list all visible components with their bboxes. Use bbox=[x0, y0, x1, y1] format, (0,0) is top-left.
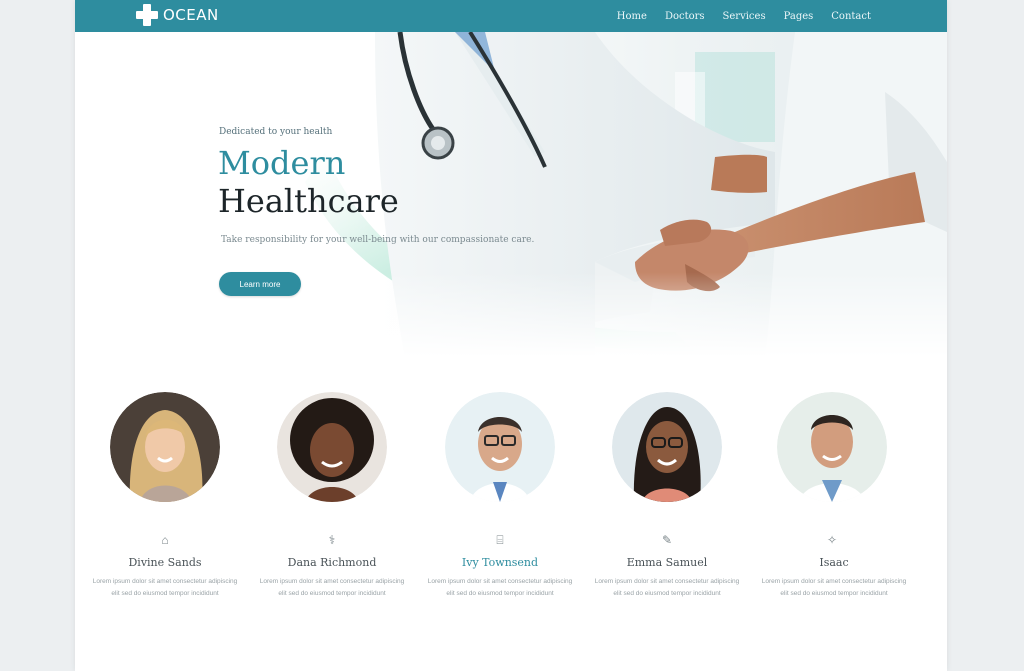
nav-item-doctors[interactable]: Doctors bbox=[665, 11, 705, 22]
hero-title-line1: Modern bbox=[218, 144, 346, 182]
hero-subtitle: Take responsibility for your well-being … bbox=[221, 235, 535, 245]
nav-item-pages[interactable]: Pages bbox=[784, 11, 814, 22]
heart-icon: ⌂ bbox=[161, 533, 169, 547]
team-section: ⌂ Divine Sands Lorem ipsum dolor sit ame… bbox=[75, 390, 947, 620]
brand-name: OCEAN bbox=[163, 6, 219, 24]
member-description: Lorem ipsum dolor sit amet consectetur a… bbox=[92, 578, 238, 597]
learn-more-button[interactable]: Learn more bbox=[219, 272, 301, 296]
member-name: Isaac bbox=[819, 556, 849, 569]
clipboard-icon: ⌸ bbox=[496, 533, 504, 547]
stethoscope-icon: ✧ bbox=[826, 533, 838, 547]
syringe-icon: ✎ bbox=[661, 533, 673, 547]
member-name: Emma Samuel bbox=[626, 556, 708, 569]
nav-menu: Home Doctors Services Pages Contact bbox=[599, 0, 871, 32]
member-name: Dana Richmond bbox=[287, 556, 377, 569]
member-description: Lorem ipsum dolor sit amet consectetur a… bbox=[259, 578, 405, 597]
avatar[interactable] bbox=[612, 392, 722, 502]
avatar[interactable] bbox=[277, 392, 387, 502]
hero-section: Dedicated to your health Modern Healthca… bbox=[75, 32, 947, 357]
member-description: Lorem ipsum dolor sit amet consectetur a… bbox=[594, 578, 740, 597]
medical-cross-icon bbox=[135, 3, 159, 27]
avatar[interactable] bbox=[445, 392, 555, 502]
avatar[interactable] bbox=[777, 392, 887, 502]
navbar: OCEAN Home Doctors Services Pages Contac… bbox=[75, 0, 947, 32]
member-name: Divine Sands bbox=[128, 556, 202, 569]
nav-item-contact[interactable]: Contact bbox=[831, 11, 871, 22]
member-name: Ivy Townsend bbox=[461, 556, 539, 569]
member-description: Lorem ipsum dolor sit amet consectetur a… bbox=[427, 578, 573, 597]
hero-title-line2: Healthcare bbox=[218, 182, 399, 220]
nav-item-services[interactable]: Services bbox=[723, 11, 766, 22]
brand-logo[interactable]: OCEAN bbox=[135, 2, 219, 28]
page: OCEAN Home Doctors Services Pages Contac… bbox=[75, 0, 947, 671]
hospital-icon: ⚕ bbox=[328, 533, 336, 547]
avatar[interactable] bbox=[110, 392, 220, 502]
nav-item-home[interactable]: Home bbox=[617, 11, 647, 22]
hero-image bbox=[75, 32, 947, 357]
hero-eyebrow: Dedicated to your health bbox=[219, 127, 333, 137]
member-description: Lorem ipsum dolor sit amet consectetur a… bbox=[761, 578, 907, 597]
